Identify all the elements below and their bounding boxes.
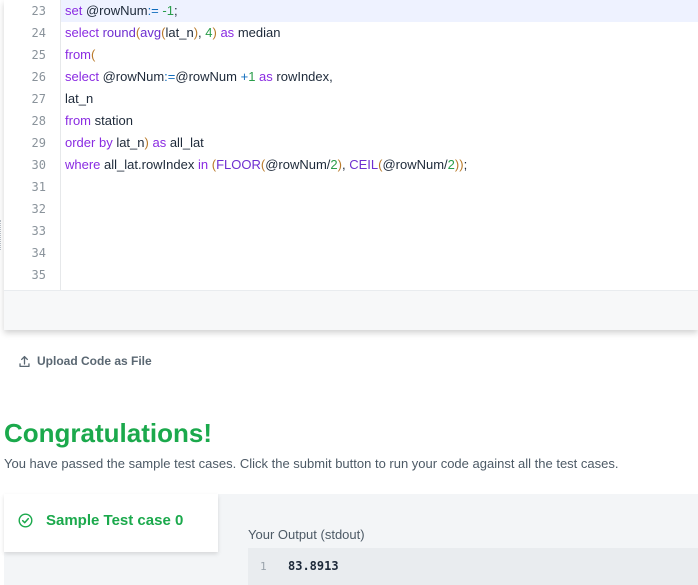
- code-token: median: [237, 25, 281, 40]
- line-number: 27: [31, 92, 46, 106]
- line-number: 35: [31, 268, 46, 282]
- congrats-message: You have passed the sample test cases. C…: [4, 456, 619, 471]
- code-line[interactable]: [61, 264, 698, 286]
- line-number: 28: [31, 114, 46, 128]
- code-line[interactable]: lat_n: [61, 88, 698, 110]
- code-line[interactable]: select @rowNum:=@rowNum +1 as rowIndex,: [61, 66, 698, 88]
- code-token: order by: [65, 135, 117, 150]
- upload-icon: [19, 355, 30, 367]
- testcase-name: Sample Test case 0: [46, 512, 184, 529]
- testcase-list-bg: [4, 552, 218, 585]
- line-number: 23: [31, 4, 46, 18]
- code-token: :=: [164, 69, 176, 84]
- testcase-list: Sample Test case 0: [4, 494, 218, 552]
- code-line[interactable]: [61, 242, 698, 264]
- code-token: from: [65, 113, 95, 128]
- line-number: 26: [31, 70, 46, 84]
- code-token: @rowNum/: [382, 157, 448, 172]
- congrats-title: Congratulations!: [4, 418, 212, 448]
- code-token: as: [216, 25, 238, 40]
- resize-handle[interactable]: [0, 220, 3, 250]
- code-line[interactable]: from station: [61, 110, 698, 132]
- line-number: 30: [31, 158, 46, 172]
- code-token: from: [65, 47, 91, 62]
- code-token: lat_n: [116, 135, 145, 150]
- code-token: in: [197, 157, 212, 172]
- code-line[interactable]: set @rowNum:= -1;: [61, 0, 698, 22]
- code-token: @rowNum: [175, 69, 241, 84]
- code-token: as: [255, 69, 277, 84]
- code-token: round: [102, 25, 136, 40]
- code-token: @rowNum: [102, 69, 165, 84]
- code-token: 2: [447, 157, 455, 172]
- line-number: 24: [31, 26, 46, 40]
- code-token: @rowNum: [85, 3, 148, 18]
- code-editor[interactable]: 23 24 25 26 27 28 29 30 31 32 33 34 35 set @rowNum:=…: [4, 0, 698, 330]
- code-token: ;: [173, 3, 178, 18]
- code-line[interactable]: [61, 176, 698, 198]
- code-token: FLOOR: [216, 157, 261, 172]
- line-number: 34: [31, 246, 46, 260]
- code-token: lat_n: [165, 25, 194, 40]
- code-token: select: [65, 25, 103, 40]
- code-token: (: [91, 47, 96, 62]
- code-token: 2: [330, 157, 338, 172]
- code-token: all_lat: [169, 135, 204, 150]
- line-number-gutter: 23 24 25 26 27 28 29 30 31 32 33 34 35: [4, 0, 61, 290]
- code-token: where: [65, 157, 105, 172]
- code-token: )): [454, 157, 464, 172]
- upload-label: Upload Code as File: [37, 354, 152, 368]
- code-area[interactable]: 23 24 25 26 27 28 29 30 31 32 33 34 35 set @rowNum:=…: [4, 0, 698, 291]
- code-token: CEIL: [349, 157, 379, 172]
- code-token: lat_n: [65, 91, 94, 106]
- code-token: 4: [205, 25, 213, 40]
- code-token: :=: [147, 3, 163, 18]
- code-token: all_lat.rowIndex: [104, 157, 198, 172]
- output-box: 1 83.8913: [248, 548, 698, 585]
- code-line[interactable]: where all_lat.rowIndex in (FLOOR(@rowNum…: [61, 154, 698, 176]
- output-value: 83.8913: [288, 559, 339, 573]
- code-line[interactable]: [61, 198, 698, 220]
- line-number: 25: [31, 48, 46, 62]
- line-number: 29: [31, 136, 46, 150]
- code-token: avg: [140, 25, 162, 40]
- line-number: 33: [31, 224, 46, 238]
- code-token: set: [65, 3, 86, 18]
- output-label: Your Output (stdout): [248, 527, 365, 542]
- code-token: rowIndex,: [276, 69, 333, 84]
- code-token: @rowNum/: [265, 157, 331, 172]
- upload-code-button[interactable]: Upload Code as File: [18, 352, 152, 370]
- code-line[interactable]: order by lat_n) as all_lat: [61, 132, 698, 154]
- check-circle-icon: [18, 513, 33, 528]
- code-token: ;: [463, 157, 468, 172]
- code-line[interactable]: from(: [61, 44, 698, 66]
- line-number: 31: [31, 180, 46, 194]
- code-token: select: [65, 69, 103, 84]
- line-number: 32: [31, 202, 46, 216]
- code-token: station: [94, 113, 133, 128]
- testcase-tab-0[interactable]: Sample Test case 0: [18, 512, 183, 529]
- code-line[interactable]: [61, 220, 698, 242]
- code-token: as: [148, 135, 170, 150]
- code-line[interactable]: select round(avg(lat_n), 4) as median: [61, 22, 698, 44]
- code-token: -1: [162, 3, 174, 18]
- output-line-number: 1: [260, 560, 267, 573]
